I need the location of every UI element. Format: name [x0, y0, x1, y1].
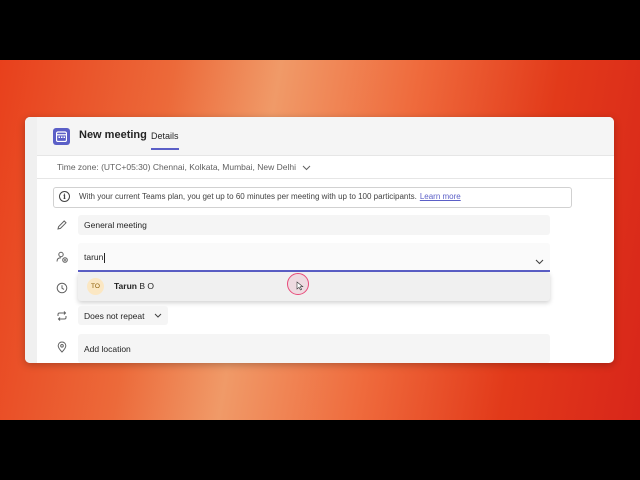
chevron-down-icon: [302, 163, 311, 173]
mouse-pointer-icon: [296, 281, 304, 291]
chevron-down-icon: [154, 311, 162, 321]
learn-more-link[interactable]: Learn more: [420, 192, 461, 201]
attendee-input-value: tarun: [84, 252, 104, 262]
info-icon: i: [59, 191, 70, 202]
banner-text: With your current Teams plan, you get up…: [79, 192, 417, 201]
people-suggestion-item[interactable]: TO Tarun B O: [78, 272, 550, 301]
calendar-icon: [53, 128, 70, 145]
avatar: TO: [87, 278, 104, 295]
meeting-title-value: General meeting: [84, 220, 147, 230]
click-indicator: [287, 273, 309, 295]
suggestion-name: Tarun B O: [114, 281, 154, 291]
pencil-icon: [57, 220, 67, 230]
meeting-title-input[interactable]: General meeting: [78, 215, 550, 235]
text-caret: [104, 252, 106, 263]
suggestion-name-rest: B O: [136, 281, 154, 291]
repeat-value: Does not repeat: [84, 311, 145, 321]
tab-details[interactable]: Details: [151, 131, 179, 150]
meeting-header: New meeting Details: [37, 117, 614, 156]
page-title: New meeting: [79, 129, 147, 141]
sidebar-strip: [25, 117, 37, 363]
divider: [37, 178, 614, 179]
chevron-down-icon[interactable]: [535, 252, 544, 270]
location-placeholder: Add location: [84, 343, 131, 354]
timezone-selector[interactable]: Time zone: (UTC+05:30) Chennai, Kolkata,…: [57, 162, 311, 173]
repeat-icon: [57, 311, 67, 321]
suggestion-name-bold: Tarun: [114, 281, 137, 291]
add-person-icon: [56, 251, 68, 263]
clock-icon: [56, 282, 68, 294]
plan-info-banner: i With your current Teams plan, you get …: [53, 187, 572, 208]
attendee-input[interactable]: tarun: [78, 243, 550, 272]
timezone-label: Time zone: (UTC+05:30) Chennai, Kolkata,…: [57, 162, 296, 172]
location-pin-icon: [57, 341, 67, 353]
meeting-window: New meeting Details Time zone: (UTC+05:3…: [25, 117, 614, 363]
location-input[interactable]: Add location: [78, 334, 550, 363]
repeat-dropdown[interactable]: Does not repeat: [78, 306, 168, 325]
